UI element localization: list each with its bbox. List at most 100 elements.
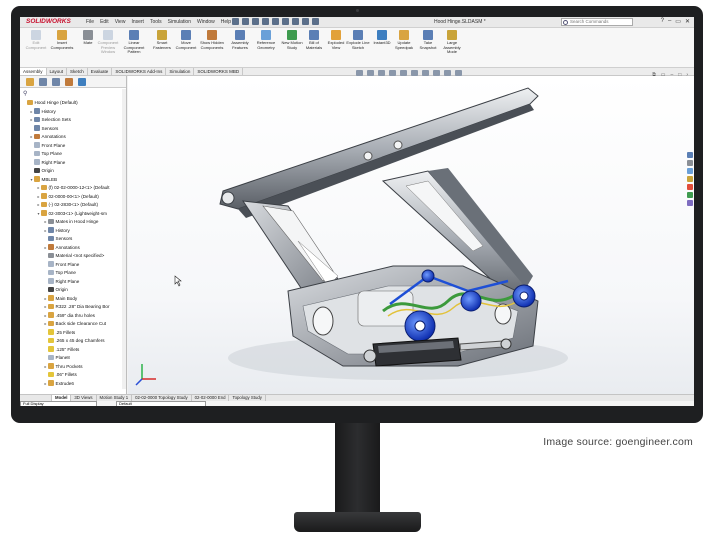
open-icon[interactable] <box>252 18 259 25</box>
ribbon-button-smart-fasteners[interactable]: Smart Fasteners <box>150 30 174 50</box>
viewport-maximize-icon[interactable]: □ <box>678 72 681 78</box>
display-mode-select[interactable]: Full Display <box>20 401 97 406</box>
tree-node[interactable]: Material <not specified> <box>20 252 126 261</box>
tree-node[interactable]: Origin <box>20 286 126 295</box>
property-manager-tab-icon[interactable] <box>39 78 47 86</box>
tree-node[interactable]: ▾ MBLEB <box>20 176 126 185</box>
tree-node[interactable]: .25 Fillets <box>20 329 126 338</box>
tree-node[interactable]: Right Plane <box>20 159 126 168</box>
ribbon-button-assembly-features[interactable]: Assembly Features <box>228 30 252 50</box>
ribbon-button-show-hidden[interactable]: Show Hidden Components <box>200 30 224 50</box>
print-icon[interactable] <box>272 18 279 25</box>
tree-node[interactable]: Top Plane <box>20 269 126 278</box>
viewport-tile-icon[interactable]: ⧉ <box>652 72 656 78</box>
zoom-to-fit-icon[interactable] <box>356 70 363 76</box>
previous-view-icon[interactable] <box>378 70 385 76</box>
edit-appearance-icon[interactable] <box>433 70 440 76</box>
tree-node[interactable]: Hood Hinge (Default) <box>20 99 126 108</box>
feature-tree-tab-icon[interactable] <box>26 78 34 86</box>
view-settings-icon[interactable] <box>455 70 462 76</box>
tree-node[interactable]: ▾ 02-3003<1> (Lightweight-sm <box>20 210 126 219</box>
resources-icon[interactable] <box>687 152 693 158</box>
home-icon[interactable] <box>232 18 239 25</box>
display-style-icon[interactable] <box>411 70 418 76</box>
ribbon-button-bom[interactable]: Bill of Materials <box>302 30 326 50</box>
tree-node[interactable]: .125" Fillets <box>20 346 126 355</box>
ribbon-button-move-component[interactable]: Move Component <box>174 30 198 50</box>
minimize-button[interactable]: – <box>668 18 671 25</box>
undo-icon[interactable] <box>282 18 289 25</box>
tree-node[interactable]: Right Plane <box>20 278 126 287</box>
ribbon-button-speedpak[interactable]: Update Speedpak <box>392 30 416 50</box>
tab-sketch[interactable]: Sketch <box>67 68 88 75</box>
ribbon-button-snapshot[interactable]: Take Snapshot <box>416 30 440 50</box>
tree-node[interactable]: ▸ Thru Pockets <box>20 363 126 372</box>
apply-scene-icon[interactable] <box>444 70 451 76</box>
new-document-icon[interactable] <box>242 18 249 25</box>
custom-properties-icon[interactable] <box>687 192 693 198</box>
tab-assembly[interactable]: Assembly <box>20 68 47 75</box>
menu-item-file[interactable]: File <box>86 19 94 25</box>
tab-solidworks-add-ins[interactable]: SOLIDWORKS Add-Ins <box>112 68 167 75</box>
select-icon[interactable] <box>292 18 299 25</box>
tab-solidworks-mbd[interactable]: SOLIDWORKS MBD <box>194 68 244 75</box>
tree-node[interactable]: ▸ Extrude6 <box>20 380 126 389</box>
tree-node[interactable]: Top Plane <box>20 150 126 159</box>
ribbon-button-linear-pattern[interactable]: Linear Component Pattern <box>122 30 146 55</box>
graphics-area[interactable] <box>128 76 694 394</box>
tree-node[interactable]: ▸ Main Body <box>20 295 126 304</box>
menu-item-tools[interactable]: Tools <box>150 19 162 25</box>
tree-node[interactable]: .265 x 45 deg Chamfers <box>20 337 126 346</box>
tab-layout[interactable]: Layout <box>47 68 68 75</box>
tab-evaluate[interactable]: Evaluate <box>88 68 113 75</box>
view-palette-icon[interactable] <box>687 176 693 182</box>
tree-node[interactable]: ▸ 02-0000-00<1> (Default) <box>20 193 126 202</box>
feature-tree-scrollbar[interactable] <box>122 89 126 389</box>
ribbon-button-insert-components[interactable]: Insert Components <box>50 30 74 50</box>
bearing-mid[interactable] <box>460 290 482 312</box>
ribbon-button-large-assembly[interactable]: Large Assembly Mode <box>440 30 464 55</box>
design-library-icon[interactable] <box>687 160 693 166</box>
tree-node[interactable]: Front Plane <box>20 142 126 151</box>
tree-node[interactable]: ▸ Back side Clearance Cut <box>20 320 126 329</box>
close-button[interactable]: ✕ <box>685 18 690 25</box>
menu-item-view[interactable]: View <box>115 19 126 25</box>
tree-node[interactable]: ▸ (f) 02-02-0000-12<1> (Default <box>20 184 126 193</box>
ribbon-button-exploded-view[interactable]: Exploded View <box>324 30 348 50</box>
tree-node[interactable]: ▸ Annotations <box>20 133 126 142</box>
configuration-select[interactable]: Default <box>116 401 206 406</box>
viewport-restore-icon[interactable]: ▭ <box>661 72 666 78</box>
dimxpert-tab-icon[interactable] <box>65 78 73 86</box>
upper-hinge-arm[interactable] <box>219 87 539 218</box>
hood-hinge-model[interactable] <box>128 76 694 394</box>
configuration-manager-tab-icon[interactable] <box>52 78 60 86</box>
tree-node[interactable]: ▸ .459" dia thru holes <box>20 312 126 321</box>
restore-button[interactable]: ▭ <box>675 18 681 25</box>
display-manager-tab-icon[interactable] <box>78 78 86 86</box>
viewport-arrow-icon[interactable]: › <box>686 72 688 78</box>
pivot-pin[interactable] <box>421 269 435 283</box>
tree-node[interactable]: Sensors <box>20 235 126 244</box>
filter-icon[interactable]: ⚲ <box>23 90 27 97</box>
search-input[interactable]: Search Commands <box>561 18 633 26</box>
tree-node[interactable]: ▸ (-) 02-2830<1> (Default) <box>20 201 126 210</box>
ribbon-button-reference-geometry[interactable]: Reference Geometry <box>254 30 278 50</box>
tree-node[interactable]: Origin <box>20 167 126 176</box>
menu-item-insert[interactable]: Insert <box>131 19 144 25</box>
tree-node[interactable]: ▸ R322 .28" Dia Bearing Bor <box>20 303 126 312</box>
rebuild-icon[interactable] <box>302 18 309 25</box>
view-orientation-icon[interactable] <box>400 70 407 76</box>
tree-node[interactable]: ▸ Selection Sets <box>20 116 126 125</box>
menu-item-simulation[interactable]: Simulation <box>168 19 191 25</box>
options-icon[interactable] <box>312 18 319 25</box>
section-view-icon[interactable] <box>389 70 396 76</box>
tree-node[interactable]: ▸ History <box>20 227 126 236</box>
zoom-area-icon[interactable] <box>367 70 374 76</box>
tab-simulation[interactable]: Simulation <box>166 68 195 75</box>
help-icon[interactable]: ? <box>661 18 664 25</box>
tree-node[interactable]: Plane8 <box>20 354 126 363</box>
appearances-icon[interactable] <box>687 184 693 190</box>
tree-node[interactable]: ▸ Annotations <box>20 244 126 253</box>
tree-node[interactable]: .06" Fillets <box>20 371 126 380</box>
menu-item-help[interactable]: Help <box>221 19 231 25</box>
